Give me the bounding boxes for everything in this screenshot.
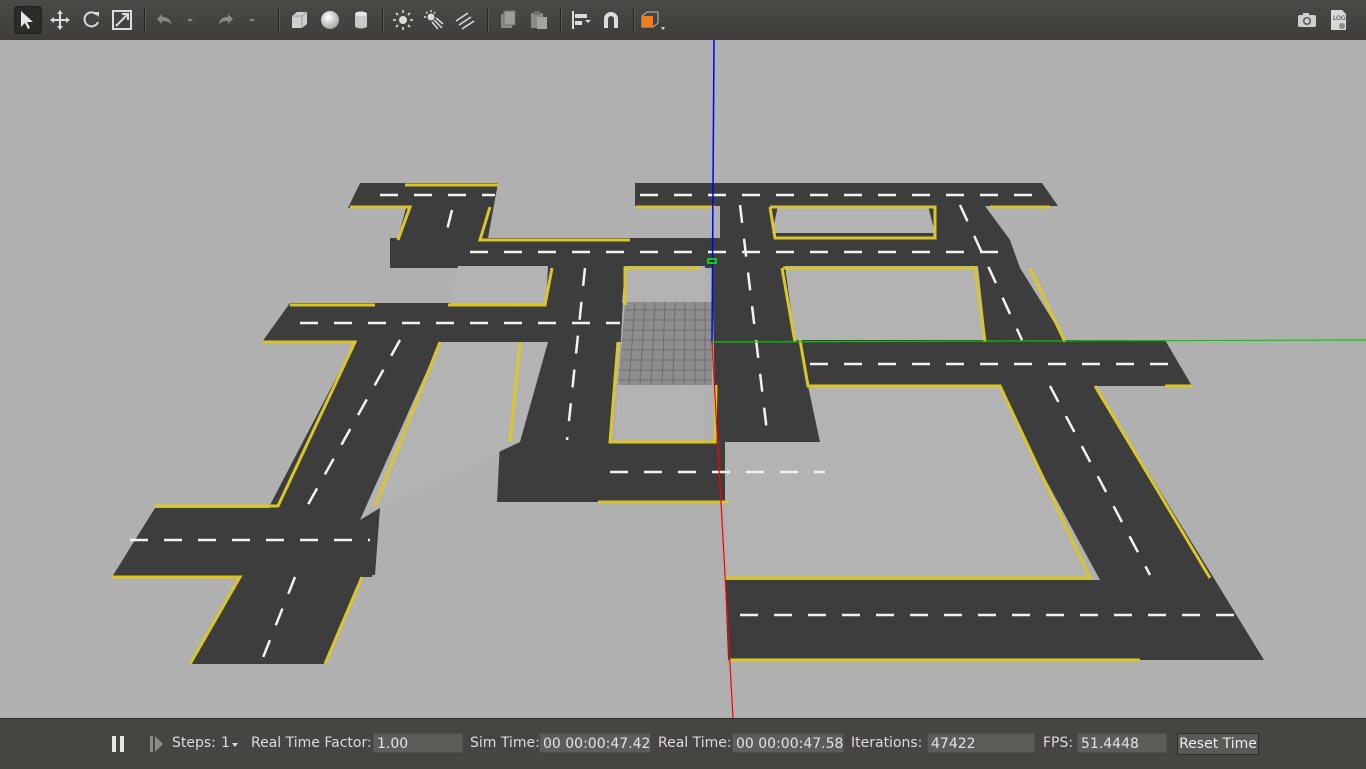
point-light-icon[interactable] — [389, 6, 417, 34]
select-mode-icon[interactable] — [14, 6, 42, 34]
sim-time-field: 00 00:00:47.422 — [539, 733, 651, 753]
iterations-label: Iterations: — [851, 735, 923, 751]
sim-time-label: Sim Time: — [470, 735, 540, 751]
reset-time-button[interactable]: Reset Time — [1177, 733, 1259, 755]
align-dropdown-icon[interactable] — [582, 6, 594, 34]
log-icon-label: LOG — [1333, 15, 1346, 22]
main-toolbar: LOG — [0, 0, 1366, 41]
status-bar: Steps: 1 Real Time Factor: 1.00 Sim Time… — [0, 718, 1366, 769]
steps-label: Steps: — [172, 735, 216, 751]
real-time-field: 00 00:00:47.587 — [732, 733, 844, 753]
box-shape-icon[interactable] — [285, 6, 313, 34]
iterations-field: 47422 — [927, 733, 1035, 753]
steps-dropdown-icon[interactable] — [229, 739, 241, 751]
spot-light-icon[interactable] — [420, 6, 448, 34]
snap-magnet-icon[interactable] — [597, 6, 625, 34]
redo-icon[interactable] — [212, 6, 240, 34]
directional-light-icon[interactable] — [451, 6, 479, 34]
fps-field: 51.4448 — [1077, 733, 1167, 753]
scene-viewport[interactable] — [0, 40, 1366, 718]
log-record-icon[interactable]: LOG — [1324, 6, 1352, 34]
road-scene — [112, 40, 1366, 718]
sphere-shape-icon[interactable] — [316, 6, 344, 34]
redo-history-dropdown-icon[interactable] — [245, 6, 259, 34]
copy-icon[interactable] — [494, 6, 522, 34]
real-time-label: Real Time: — [658, 735, 732, 751]
undo-icon[interactable] — [150, 6, 178, 34]
screenshot-camera-icon[interactable] — [1293, 6, 1321, 34]
cylinder-shape-icon[interactable] — [347, 6, 375, 34]
real-time-factor-label: Real Time Factor: — [251, 735, 372, 751]
undo-history-dropdown-icon[interactable] — [183, 6, 197, 34]
rotate-mode-icon[interactable] — [77, 6, 105, 34]
step-forward-icon[interactable] — [142, 730, 170, 758]
translate-mode-icon[interactable] — [46, 6, 74, 34]
grid-tile — [618, 301, 712, 386]
paste-icon[interactable] — [525, 6, 553, 34]
pause-icon[interactable] — [104, 730, 132, 758]
scale-mode-icon[interactable] — [108, 6, 136, 34]
real-time-factor-field: 1.00 — [373, 733, 463, 753]
fps-label: FPS: — [1043, 735, 1074, 751]
change-view-cube-icon[interactable] — [638, 6, 666, 34]
